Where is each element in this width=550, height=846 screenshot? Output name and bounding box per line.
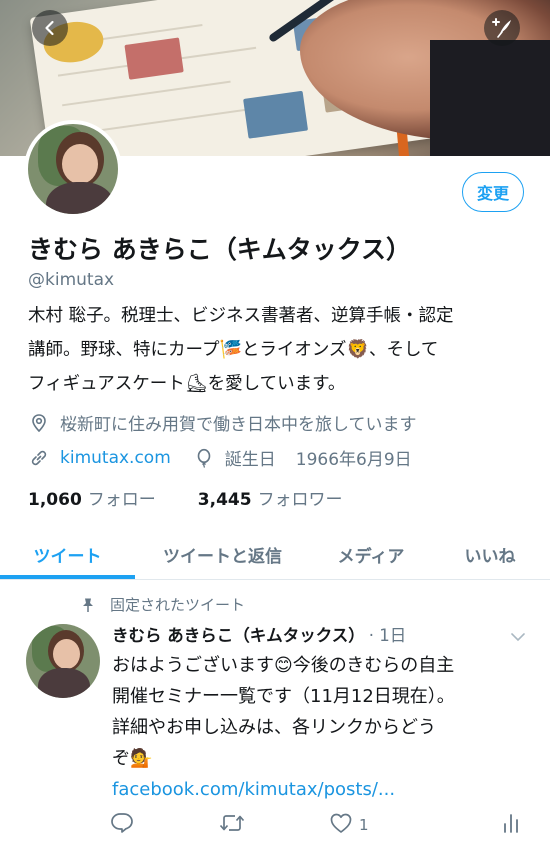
bio-text: 、そして [368,340,439,360]
tweet-line: おはようございます😊今後のきむらの自主 [112,650,522,681]
following-link[interactable]: 1,060 フォロー [28,485,156,510]
pinned-indicator: 固定されたツイート [80,594,245,615]
analytics-button[interactable] [502,812,520,838]
retweet-icon [219,812,245,838]
bio-line: フィギュアスケート⛸を愛しています。 [28,367,528,401]
tweet-link[interactable]: facebook.com/kimutax/posts/... [112,779,395,800]
following-count: 1,060 [28,490,82,510]
profile-meta-row: kimutax.com 誕生日 1966年6月9日 [28,445,412,470]
reply-icon [110,812,134,838]
pinned-label: 固定されたツイート [110,596,246,614]
tweet-line: facebook.com/kimutax/posts/... [112,774,522,805]
bio-text: とライオンズ [241,340,347,360]
profile-avatar[interactable] [24,120,122,218]
tweet-avatar[interactable] [26,624,100,698]
profile-location: 桜新町に住み用賀で働き日本中を旅しています [28,410,417,435]
profile-display-name: きむら あきらこ（キムタックス） [28,235,411,264]
reply-button[interactable] [110,812,134,838]
bio-text: 講師。野球、特にカープ [28,340,220,360]
location-pin-icon [28,412,50,434]
banner-sleeve [430,40,550,156]
birthday-label: 誕生日 [224,450,276,470]
tweet-time[interactable]: · 1日 [369,622,407,646]
chevron-left-icon [41,19,59,37]
tweet-text-segment: 今後のきむらの自主 [292,655,455,676]
location-text: 桜新町に住み用賀で働き日本中を旅しています [60,415,417,435]
tweet-text: おはようございます😊今後のきむらの自主 開催セミナー一覧です（11月12日現在）… [112,650,522,805]
followers-count: 3,445 [197,490,252,510]
person-emoji: 💁 [130,748,153,769]
profile-handle: @kimutax [28,270,115,290]
profile-tabs: ツイート ツイートと返信 メディア いいね [0,528,550,580]
pin-icon [80,597,98,613]
like-button[interactable]: 1 [329,812,369,838]
tweet-actions: 1 [0,812,550,842]
tweet-line: 詳細やお申し込みは、各リンクからどう [112,717,436,738]
follow-stats: 1,060 フォロー 3,445 フォロワー [28,485,343,510]
heart-icon [329,812,353,838]
tab-tweets-replies[interactable]: ツイートと返信 [145,528,300,580]
tweet-line: 開催セミナー一覧です（11月12日現在）。 [112,686,455,707]
tab-media[interactable]: メディア [312,528,430,580]
tweet-text-segment: おはようございます [112,655,274,676]
tweet-header: きむら あきらこ（キムタックス） · 1日 [112,622,406,646]
website-link[interactable]: kimutax.com [60,448,171,468]
lion-emoji: 🦁 [346,339,369,360]
tweet-author[interactable]: きむら あきらこ（キムタックス） [112,622,365,646]
tweet-line: ぞ💁 [112,743,522,774]
link-icon [28,447,50,469]
active-tab-indicator [0,575,135,579]
followers-label: フォロワー [257,490,343,510]
edit-profile-button[interactable]: 変更 [462,172,524,212]
balloon-icon [193,447,215,469]
bio-line: 木村 聡子。税理士、ビジネス書著者、逆算手帳・認定 [28,306,454,326]
bar-chart-icon [502,812,520,838]
compose-tweet-button[interactable] [484,10,520,46]
like-count: 1 [359,816,369,834]
bio-text: フィギュアスケート [28,374,185,394]
bio-line: 講師。野球、特にカープ🎏とライオンズ🦁、そして [28,333,528,367]
smile-emoji: 😊 [274,655,293,676]
quill-plus-icon [490,16,514,40]
back-button[interactable] [32,10,68,46]
retweet-button[interactable] [219,812,245,838]
birthday-value: 1966年6月9日 [295,450,412,470]
followers-link[interactable]: 3,445 フォロワー [198,485,343,510]
tab-tweets[interactable]: ツイート [0,528,135,580]
skate-emoji: ⛸ [184,373,208,394]
carp-emoji: 🎏 [219,339,242,360]
tweet-text-segment: ぞ [112,748,130,769]
profile-bio: 木村 聡子。税理士、ビジネス書著者、逆算手帳・認定 講師。野球、特にカープ🎏とラ… [28,300,528,401]
tab-likes[interactable]: いいね [440,528,540,580]
following-label: フォロー [87,490,156,510]
chevron-down-icon[interactable] [510,628,526,647]
bio-text: を愛しています。 [207,374,346,394]
